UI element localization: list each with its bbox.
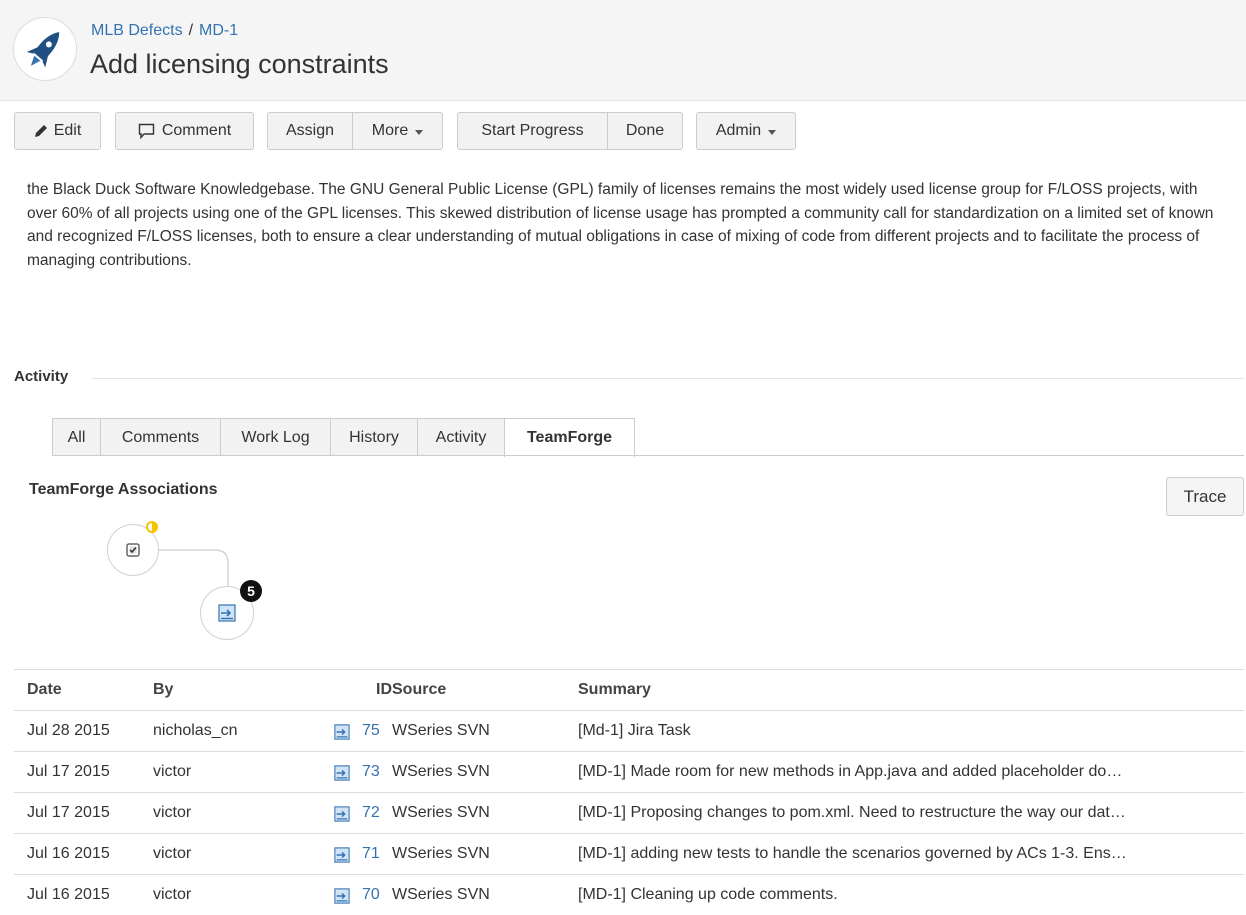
pencil-icon [34,125,47,137]
done-button[interactable]: Done [607,112,683,150]
commit-id-link[interactable]: 71 [334,834,394,874]
commit-id: 70 [362,886,380,903]
project-avatar[interactable] [13,17,77,81]
row-author: victor [153,804,192,821]
done-button-label: Done [625,122,665,139]
tab-history[interactable]: History [330,418,418,456]
commit-id: 71 [362,845,380,862]
commit-icon [334,724,350,740]
breadcrumb: MLB Defects / MD-1 [91,22,238,40]
table-header-row: Date By ID Source Summary [14,669,1244,710]
tab-all[interactable]: All [52,418,101,456]
rocket-icon [26,32,60,68]
chevron-down-icon [415,129,424,135]
row-author: victor [153,845,192,862]
commit-icon [334,765,350,781]
activity-heading: Activity [14,368,69,385]
tab-comments[interactable]: Comments [100,418,221,456]
trace-button[interactable]: Trace [1166,477,1244,516]
row-author: victor [153,763,192,780]
row-source: WSeries SVN [392,845,490,862]
commit-icon [218,604,236,622]
column-header-by[interactable]: By [153,670,323,710]
table-row: Jul 16 2015 victor 70 WSeries SVN [MD-1]… [14,874,1244,915]
teamforge-associations-title: TeamForge Associations [29,481,218,498]
table-row: Jul 17 2015 victor 72 WSeries SVN [MD-1]… [14,792,1244,833]
row-summary: [Md-1] Jira Task [578,722,691,739]
row-source: WSeries SVN [392,804,490,821]
speech-bubble-icon [138,123,155,139]
tab-activity[interactable]: Activity [417,418,505,456]
assign-button-label: Assign [285,122,335,139]
row-date: Jul 17 2015 [27,763,110,780]
commit-id-link[interactable]: 72 [334,793,394,833]
commit-id-link[interactable]: 70 [334,875,394,915]
admin-button-label: Admin [715,122,762,139]
breadcrumb-project-link[interactable]: MLB Defects [91,22,183,39]
table-row: Jul 17 2015 victor 73 WSeries SVN [MD-1]… [14,751,1244,792]
issue-description: the Black Duck Software Knowledgebase. T… [27,181,1214,269]
page-title: Add licensing constraints [90,49,389,79]
row-date: Jul 16 2015 [27,886,110,903]
activity-divider [92,378,1244,379]
table-row: Jul 16 2015 victor 71 WSeries SVN [MD-1]… [14,833,1244,874]
association-graph: 5 [100,515,280,645]
start-progress-label: Start Progress [481,122,584,139]
commit-id-link[interactable]: 73 [334,752,394,792]
row-author: victor [153,886,192,903]
row-source: WSeries SVN [392,886,490,903]
assign-button[interactable]: Assign [267,112,353,150]
start-progress-button[interactable]: Start Progress [457,112,608,150]
row-summary: [MD-1] Made room for new methods in App.… [578,763,1123,780]
breadcrumb-issue-link[interactable]: MD-1 [199,22,238,39]
tabs-divider [52,455,1244,456]
table-row: Jul 28 2015 nicholas_cn 75 WSeries SVN [… [14,710,1244,751]
row-date: Jul 17 2015 [27,804,110,821]
associations-table: Date By ID Source Summary Jul 28 2015 ni… [14,669,1244,915]
commit-icon [334,888,350,904]
row-source: WSeries SVN [392,763,490,780]
tab-work-log[interactable]: Work Log [220,418,331,456]
row-summary: [MD-1] Proposing changes to pom.xml. Nee… [578,804,1126,821]
row-source: WSeries SVN [392,722,490,739]
commit-id: 72 [362,804,380,821]
column-header-source[interactable]: Source [392,670,572,710]
comment-button[interactable]: Comment [115,112,254,150]
edit-button-label: Edit [53,122,82,139]
association-count-badge: 5 [240,580,262,602]
row-author: nicholas_cn [153,722,238,739]
commit-id: 73 [362,763,380,780]
row-date: Jul 16 2015 [27,845,110,862]
commit-id: 75 [362,722,380,739]
comment-button-label: Comment [161,122,232,139]
more-button-label: More [371,122,409,139]
column-header-summary[interactable]: Summary [578,670,1242,710]
edit-button[interactable]: Edit [14,112,101,150]
row-summary: [MD-1] adding new tests to handle the sc… [578,845,1127,862]
commit-icon [334,847,350,863]
column-header-date[interactable]: Date [27,670,147,710]
status-indicator-dot [146,521,158,533]
breadcrumb-separator: / [188,22,194,39]
admin-dropdown-button[interactable]: Admin [696,112,796,150]
chevron-down-icon [768,129,777,135]
tab-teamforge[interactable]: TeamForge [504,418,635,457]
issue-header: MLB Defects / MD-1 Add licensing constrain… [0,0,1246,101]
commit-id-link[interactable]: 75 [334,711,394,751]
commit-icon [334,806,350,822]
row-date: Jul 28 2015 [27,722,110,739]
column-header-id[interactable]: ID [332,670,392,710]
row-summary: [MD-1] Cleaning up code comments. [578,886,838,903]
task-checkbox-icon [126,543,140,557]
more-dropdown-button[interactable]: More [352,112,443,150]
